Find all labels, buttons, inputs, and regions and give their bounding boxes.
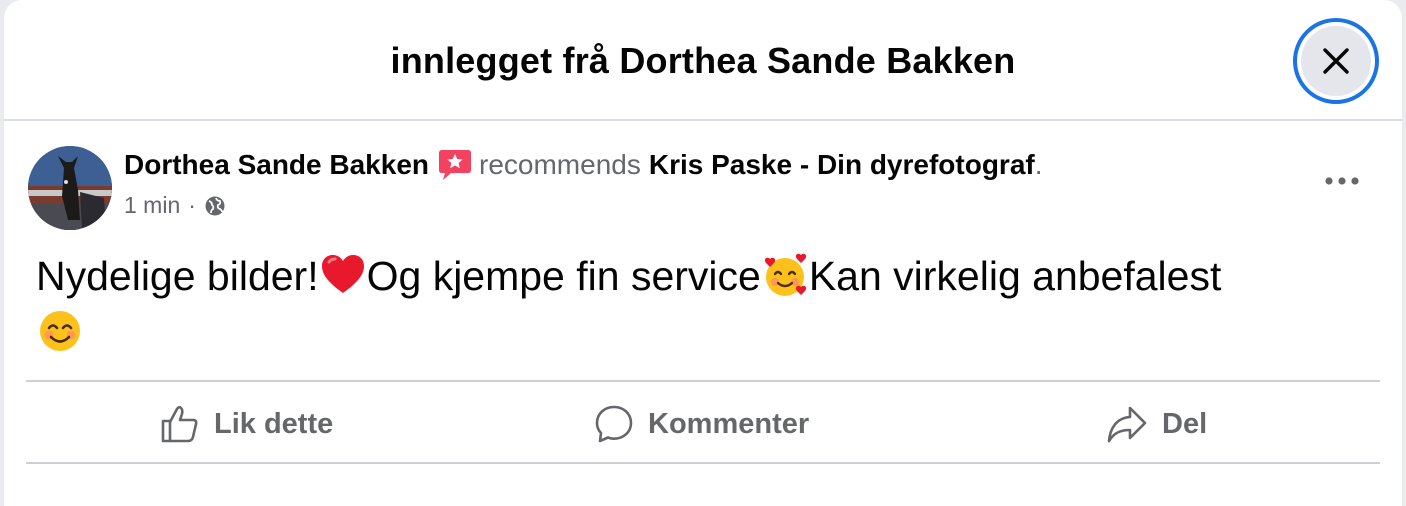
modal-header: innlegget frå Dorthea Sande Bakken <box>4 0 1402 121</box>
horse-photo <box>28 146 112 230</box>
red-heart-emoji <box>321 255 364 293</box>
post-actions-bar: Lik dette Kommenter Del <box>26 384 1380 464</box>
post-header-line: Dorthea Sande Bakken recommends Kris Pas… <box>124 148 1043 182</box>
like-button[interactable]: Lik dette <box>160 384 333 464</box>
more-options-icon <box>1325 177 1359 185</box>
comment-label: Kommenter <box>648 407 810 440</box>
like-label: Lik dette <box>214 407 334 440</box>
share-button[interactable]: Del <box>1106 384 1207 464</box>
comment-bubble-icon <box>595 405 633 443</box>
post-text-part: Nydelige bilder! <box>36 253 319 299</box>
globe-icon <box>205 196 225 215</box>
share-label: Del <box>1162 407 1208 440</box>
post-meta: 1 min · <box>124 192 226 219</box>
recommended-page-name[interactable]: Kris Paske - Din dyrefotograf <box>649 149 1035 181</box>
more-options-button[interactable] <box>1320 166 1364 196</box>
close-button[interactable] <box>1293 18 1379 104</box>
author-avatar[interactable] <box>28 146 112 230</box>
meta-separator: · <box>188 192 196 218</box>
close-icon <box>1323 48 1349 74</box>
comment-button[interactable]: Kommenter <box>594 384 809 464</box>
share-arrow-icon <box>1107 406 1147 443</box>
header-period: . <box>1034 149 1043 180</box>
author-name[interactable]: Dorthea Sande Bakken <box>124 149 429 181</box>
modal-title: innlegget frå Dorthea Sande Bakken <box>390 40 1016 81</box>
post-modal: innlegget frå Dorthea Sande Bakken Dorth… <box>4 0 1402 506</box>
smiling-face-emoji <box>40 311 80 351</box>
post-timestamp[interactable]: 1 min <box>124 192 180 219</box>
recommends-text: recommends <box>479 149 641 180</box>
smiling-face-with-hearts-emoji <box>764 253 806 296</box>
recommendation-star-icon <box>439 150 471 180</box>
post-text-part: Og kjempe fin service <box>366 253 761 299</box>
like-thumb-icon <box>161 405 198 443</box>
post-body: Nydelige bilder! Og kjempe fin service K… <box>36 248 1386 360</box>
post-text-part: Kan virkelig anbefalest <box>808 253 1222 299</box>
actions-top-divider <box>26 380 1380 382</box>
actions-bottom-divider <box>26 462 1380 464</box>
